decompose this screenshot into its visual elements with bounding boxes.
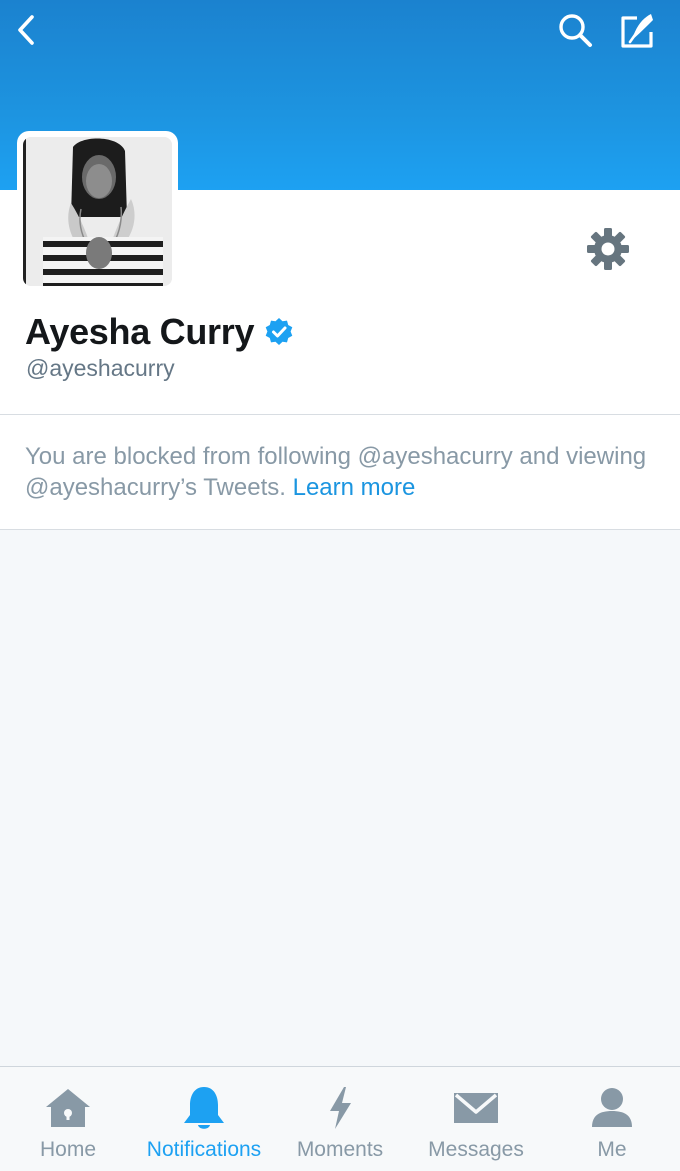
tab-label: Messages xyxy=(428,1138,524,1161)
gear-icon xyxy=(587,228,629,270)
bottom-tab-bar: Home Notifications Moments Messages Me xyxy=(0,1066,680,1171)
avatar[interactable] xyxy=(23,137,172,286)
tab-messages[interactable]: Messages xyxy=(408,1067,544,1171)
divider xyxy=(0,529,680,530)
tab-label: Home xyxy=(39,1138,97,1161)
blocked-notice-text: You are blocked from following @ayeshacu… xyxy=(25,441,665,503)
bell-icon xyxy=(184,1087,224,1129)
compose-tweet-button[interactable] xyxy=(612,8,662,54)
tab-label: Notifications xyxy=(146,1138,262,1161)
back-button[interactable] xyxy=(6,8,46,52)
learn-more-link[interactable]: Learn more xyxy=(293,474,416,501)
profile-handle: @ayeshacurry xyxy=(26,355,175,381)
tab-notifications[interactable]: Notifications xyxy=(136,1067,272,1171)
display-name: Ayesha Curry xyxy=(25,311,255,352)
chevron-left-icon xyxy=(18,15,34,45)
envelope-icon xyxy=(454,1093,498,1123)
compose-tweet-icon xyxy=(621,14,653,48)
profile-name-row: Ayesha Curry xyxy=(25,308,294,356)
person-icon xyxy=(592,1088,632,1127)
lightning-icon xyxy=(330,1087,351,1129)
tab-label: Moments xyxy=(296,1138,384,1161)
avatar-frame xyxy=(17,131,178,292)
verified-badge-icon xyxy=(265,318,293,345)
profile-settings-button[interactable] xyxy=(584,225,632,273)
tab-home[interactable]: Home xyxy=(0,1067,136,1171)
blocked-notice: You are blocked from following @ayeshacu… xyxy=(0,415,680,529)
avatar-photo xyxy=(23,137,172,286)
tab-me[interactable]: Me xyxy=(544,1067,680,1171)
search-icon xyxy=(559,14,592,47)
tab-moments[interactable]: Moments xyxy=(272,1067,408,1171)
search-button[interactable] xyxy=(552,8,600,54)
home-icon xyxy=(46,1089,90,1127)
tab-label: Me xyxy=(597,1138,627,1161)
